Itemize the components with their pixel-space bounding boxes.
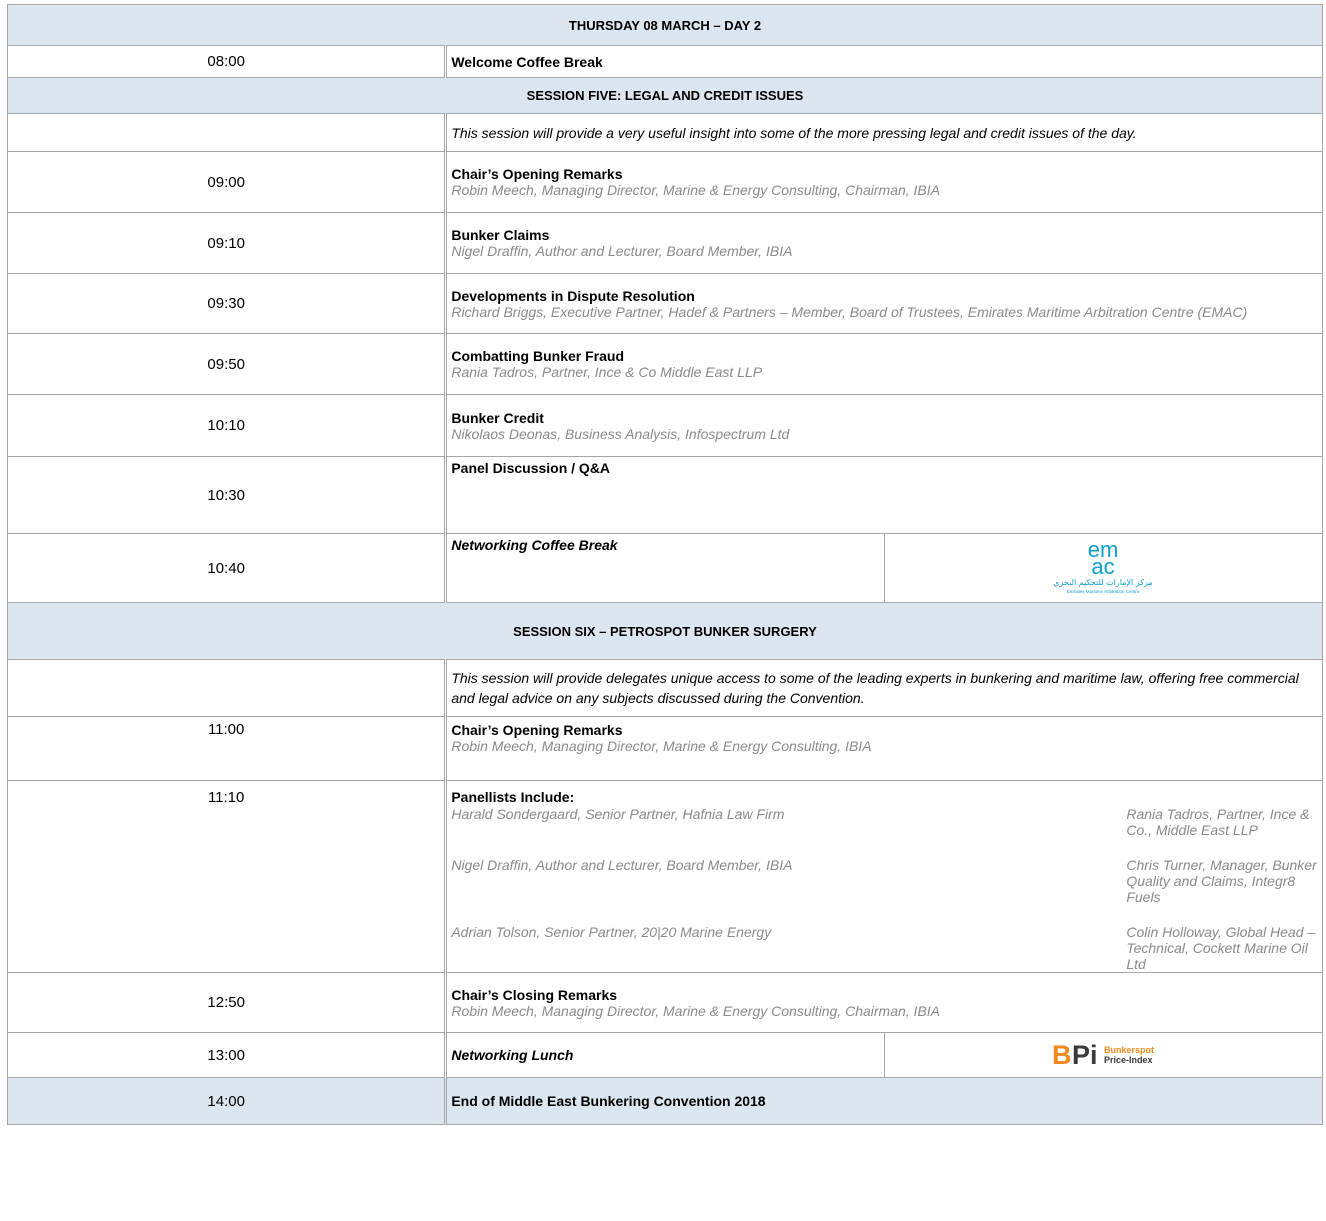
- speaker: Rania Tadros, Partner, Ince & Co Middle …: [451, 364, 763, 380]
- panellists-grid: Harald Sondergaard, Senior Partner, Hafn…: [451, 806, 1318, 972]
- speaker: Robin Meech, Managing Director, Marine &…: [451, 182, 941, 198]
- agenda-row: 10:30 Panel Discussion / Q&A: [6, 456, 1323, 534]
- item-title: Chair’s Opening Remarks: [451, 722, 623, 738]
- description-row: This session will provide a very useful …: [6, 113, 1323, 152]
- panellist: Chris Turner, Manager, Bunker Quality an…: [1126, 857, 1317, 905]
- item-title: Chair’s Closing Remarks: [451, 986, 618, 1003]
- session-header-row: SESSION SIX – PETROSPOT BUNKER SURGERY: [7, 602, 1323, 660]
- speaker: Robin Meech, Managing Director, Marine &…: [451, 1002, 941, 1019]
- agenda-item: Panel Discussion / Q&A: [444, 456, 1323, 534]
- panellist: Rania Tadros, Partner, Ince & Co., Middl…: [1126, 806, 1310, 838]
- time-cell: 08:00: [6, 45, 447, 78]
- bpi-logo-b: B: [1052, 1041, 1072, 1067]
- agenda-item: Chair’s Opening Remarks Robin Meech, Man…: [444, 716, 1323, 781]
- speaker: Richard Briggs, Executive Partner, Hadef…: [451, 303, 1248, 320]
- agenda-row: 11:10 Panellists Include: Harald Sonderg…: [6, 780, 1323, 973]
- item-title: Chair’s Opening Remarks: [451, 166, 623, 182]
- bpi-logo-pi: Pi: [1072, 1041, 1098, 1067]
- time-cell-empty: [6, 659, 447, 717]
- agenda-item: Bunker Claims Nigel Draffin, Author and …: [444, 212, 1323, 274]
- emac-logo-graphic: em ac مركز الإمارات للتحكيم البحري Emira…: [1054, 537, 1153, 594]
- time-cell: 11:00: [6, 716, 447, 781]
- agenda-row: 09:00 Chair’s Opening Remarks Robin Meec…: [6, 151, 1323, 213]
- panellist: Adrian Tolson, Senior Partner, 20|20 Mar…: [451, 924, 772, 940]
- speaker: Robin Meech, Managing Director, Marine &…: [451, 738, 872, 754]
- speaker: Nigel Draffin, Author and Lecturer, Boar…: [451, 243, 793, 259]
- emac-logo: em ac مركز الإمارات للتحكيم البحري Emira…: [883, 533, 1324, 603]
- time-cell: 10:40: [6, 533, 447, 603]
- agenda-row: 10:10 Bunker Credit Nikolaos Deonas, Bus…: [6, 394, 1323, 457]
- agenda-table: THURSDAY 08 MARCH – DAY 2 08:00 Welcome …: [6, 4, 1324, 1125]
- agenda-item: Bunker Credit Nikolaos Deonas, Business …: [444, 394, 1323, 457]
- agenda-row: 09:50 Combatting Bunker Fraud Rania Tadr…: [6, 333, 1323, 395]
- emac-logo-english: Emirates Maritime Arbitration Centre: [1067, 589, 1140, 594]
- item-title: Networking Coffee Break: [451, 537, 618, 553]
- item-title: Bunker Credit: [451, 409, 544, 426]
- agenda-row: 09:10 Bunker Claims Nigel Draffin, Autho…: [6, 212, 1323, 274]
- item-title: Networking Lunch: [444, 1032, 885, 1078]
- agenda-item: Chair’s Closing Remarks Robin Meech, Man…: [444, 972, 1323, 1033]
- day-header: THURSDAY 08 MARCH – DAY 2: [7, 4, 1323, 46]
- bpi-logo-line2: Price-Index: [1104, 1055, 1153, 1065]
- item-title: Developments in Dispute Resolution: [451, 287, 695, 304]
- panellists-item: Panellists Include: Harald Sondergaard, …: [444, 780, 1323, 973]
- description-row: This session will provide delegates uniq…: [6, 659, 1323, 717]
- time-cell: 09:10: [6, 212, 447, 274]
- time-cell: 09:00: [6, 151, 447, 213]
- emac-logo-arabic: مركز الإمارات للتحكيم البحري: [1054, 578, 1153, 588]
- panellist: Nigel Draffin, Author and Lecturer, Boar…: [451, 857, 793, 873]
- time-cell: 09:50: [6, 333, 447, 395]
- agenda-row: 12:50 Chair’s Closing Remarks Robin Meec…: [6, 972, 1323, 1033]
- agenda-item: Chair’s Opening Remarks Robin Meech, Man…: [444, 151, 1323, 213]
- agenda-row: 09:30 Developments in Dispute Resolution…: [6, 273, 1323, 334]
- agenda-row: 10:40 Networking Coffee Break em ac مركز…: [6, 533, 1324, 603]
- panellist: Harald Sondergaard, Senior Partner, Hafn…: [451, 806, 785, 822]
- session-six-description: This session will provide delegates uniq…: [444, 659, 1323, 717]
- time-cell-empty: [6, 113, 447, 152]
- session-header-row: SESSION FIVE: LEGAL AND CREDIT ISSUES: [7, 77, 1323, 114]
- agenda-item: Developments in Dispute Resolution Richa…: [444, 273, 1323, 334]
- agenda-item: Combatting Bunker Fraud Rania Tadros, Pa…: [444, 333, 1323, 395]
- panellist: Colin Holloway, Global Head – Technical,…: [1126, 924, 1316, 972]
- agenda-row: 11:00 Chair’s Opening Remarks Robin Meec…: [6, 716, 1323, 781]
- agenda-row: 13:00 Networking Lunch B Pi Bunkerspot P…: [6, 1032, 1324, 1078]
- session-five-description: This session will provide a very useful …: [444, 113, 1323, 152]
- bpi-logo: B Pi Bunkerspot Price-Index: [883, 1032, 1324, 1078]
- speaker: Nikolaos Deonas, Business Analysis, Info…: [451, 425, 790, 442]
- time-cell: 13:00: [6, 1032, 447, 1078]
- bpi-logo-line1: Bunkerspot: [1104, 1045, 1154, 1055]
- session-title: Welcome Coffee Break: [444, 45, 1323, 78]
- time-cell: 10:10: [6, 394, 447, 457]
- end-title: End of Middle East Bunkering Convention …: [444, 1077, 1323, 1125]
- time-cell: 11:10: [6, 780, 447, 973]
- end-row: 14:00 End of Middle East Bunkering Conve…: [6, 1077, 1323, 1125]
- session-six-header: SESSION SIX – PETROSPOT BUNKER SURGERY: [7, 602, 1323, 660]
- bpi-logo-graphic: B Pi Bunkerspot Price-Index: [1052, 1040, 1154, 1070]
- agenda-item: Networking Coffee Break: [444, 533, 885, 603]
- time-cell: 14:00: [6, 1077, 447, 1125]
- day-header-row: THURSDAY 08 MARCH – DAY 2: [7, 4, 1323, 46]
- item-title: Bunker Claims: [451, 227, 550, 243]
- time-cell: 10:30: [6, 456, 447, 534]
- item-title: Panellists Include:: [451, 789, 575, 805]
- agenda-row: 08:00 Welcome Coffee Break: [6, 45, 1323, 78]
- item-title: Panel Discussion / Q&A: [451, 460, 611, 476]
- item-title: Combatting Bunker Fraud: [451, 348, 624, 364]
- time-cell: 09:30: [6, 273, 447, 334]
- time-cell: 12:50: [6, 972, 447, 1033]
- emac-logo-letters-bottom: ac: [1092, 554, 1115, 579]
- session-five-header: SESSION FIVE: LEGAL AND CREDIT ISSUES: [7, 77, 1323, 114]
